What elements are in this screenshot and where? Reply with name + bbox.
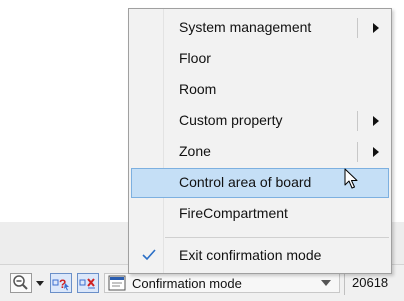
- delete-icon: [79, 278, 95, 289]
- coordinate-readout: 20618: [352, 275, 389, 290]
- menu-item-label: Exit confirmation mode: [179, 247, 322, 263]
- menu-item-firecompartment[interactable]: FireCompartment: [131, 199, 389, 229]
- submenu-divider: [357, 142, 358, 162]
- menu-item-label: Custom property: [179, 112, 283, 128]
- menu-item-floor[interactable]: Floor: [131, 44, 389, 74]
- mode-select-value: Confirmation mode: [132, 276, 242, 291]
- chevron-down-icon: [321, 280, 331, 286]
- query-button[interactable]: ?: [50, 273, 72, 293]
- mouse-cursor-icon: [344, 168, 358, 189]
- submenu-arrow-icon: [373, 147, 379, 157]
- query-icon: ?: [52, 277, 69, 291]
- menu-item-exit-confirmation-mode[interactable]: Exit confirmation mode: [131, 241, 389, 271]
- confirmation-mode-icon: [108, 275, 126, 291]
- zoom-dropdown-button[interactable]: [34, 273, 46, 293]
- menu-item-label: Room: [179, 81, 217, 97]
- submenu-arrow-icon: [373, 116, 379, 126]
- menu-item-label: Control area of board: [179, 174, 312, 190]
- submenu-divider: [357, 111, 358, 131]
- menu-item-label: System management: [179, 19, 312, 35]
- zoom-button[interactable]: [10, 273, 32, 293]
- menu-item-label: Zone: [179, 143, 211, 159]
- context-menu: System management Floor Room Custom prop…: [128, 8, 392, 274]
- menu-item-label: Floor: [179, 50, 211, 66]
- status-divider: [344, 271, 345, 295]
- menu-item-custom-property[interactable]: Custom property: [131, 106, 389, 136]
- menu-item-system-management[interactable]: System management: [131, 13, 389, 43]
- delete-button[interactable]: [77, 273, 99, 293]
- zoom-icon: [13, 275, 28, 290]
- checkmark-icon: [142, 249, 156, 261]
- submenu-arrow-icon: [373, 23, 379, 33]
- submenu-divider: [357, 18, 358, 38]
- menu-separator: [165, 237, 389, 238]
- menu-item-room[interactable]: Room: [131, 75, 389, 105]
- dropdown-arrow-icon: [36, 281, 44, 286]
- mode-select[interactable]: Confirmation mode: [104, 273, 340, 293]
- menu-item-zone[interactable]: Zone: [131, 137, 389, 167]
- menu-item-label: FireCompartment: [179, 205, 288, 221]
